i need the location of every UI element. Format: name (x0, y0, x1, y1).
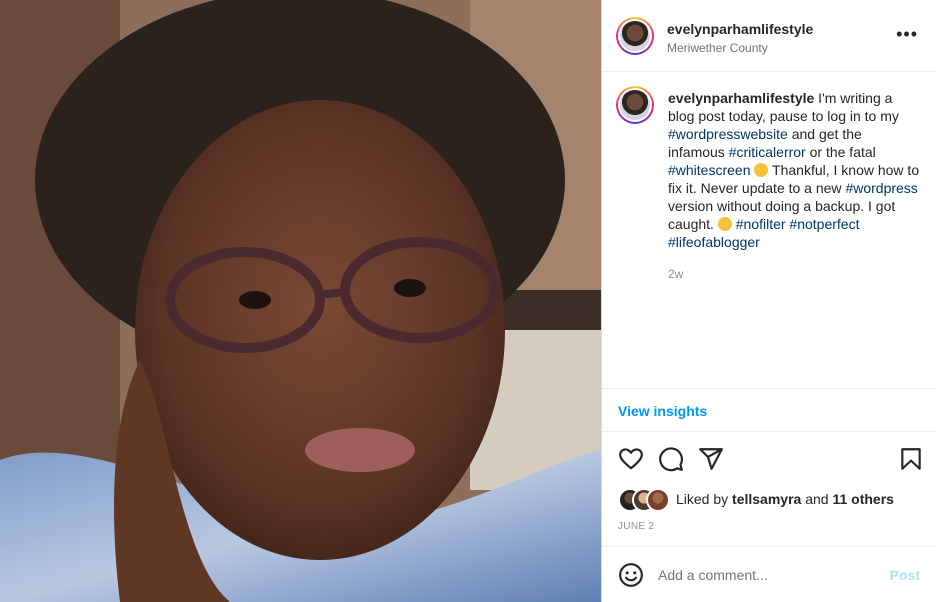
caption-username[interactable]: evelynparhamlifestyle (668, 90, 814, 106)
hashtag-link[interactable]: #wordpress (845, 180, 917, 196)
smirk-face-emoji-icon (717, 217, 732, 231)
portrait-illustration (0, 0, 601, 602)
liked-by-and: and (801, 491, 833, 507)
view-insights-link[interactable]: View insights (618, 403, 707, 419)
post-caption: evelynparhamlifestyle I'm writing a blog… (668, 89, 920, 251)
hashtag-link[interactable]: #nofilter (736, 216, 786, 232)
author-username[interactable]: evelynparhamlifestyle (667, 21, 813, 37)
more-horizontal-icon[interactable]: ••• (896, 24, 918, 44)
hashtag-link[interactable]: #whitescreen (668, 162, 751, 178)
hashtag-link[interactable]: #criticalerror (729, 144, 806, 160)
author-avatar[interactable] (616, 17, 654, 55)
emoji-smile-icon[interactable] (618, 562, 644, 588)
comment-bar: Post (602, 546, 936, 602)
send-icon[interactable] (698, 446, 724, 472)
insights-bar: View insights (602, 388, 936, 432)
liked-by-user-link[interactable]: tellsamyra (732, 491, 801, 507)
hashtag-link[interactable]: #lifeofablogger (668, 234, 760, 250)
liker-avatar[interactable] (646, 488, 670, 512)
liked-by-others-link[interactable]: 11 others (832, 491, 893, 507)
caption-avatar[interactable] (616, 86, 654, 124)
post-photo[interactable] (0, 0, 601, 602)
avatar-image (620, 21, 650, 51)
liked-by-prefix: Liked by (676, 491, 733, 507)
post-header: evelynparhamlifestyle Meriwether County … (602, 0, 936, 72)
caption-text: or the fatal (805, 144, 876, 160)
liked-by-text: Liked by tellsamyra and 11 others (676, 491, 894, 507)
tired-face-emoji-icon (754, 163, 769, 177)
bookmark-icon[interactable] (898, 446, 924, 472)
likes-summary: Liked by tellsamyra and 11 others (618, 488, 918, 512)
comment-icon[interactable] (658, 446, 684, 472)
post-detail-panel: evelynparhamlifestyle Meriwether County … (601, 0, 936, 602)
caption-timestamp[interactable]: 2w (668, 267, 683, 281)
post-date[interactable]: JUNE 2 (618, 521, 654, 532)
hashtag-link[interactable]: #wordpresswebsite (668, 126, 788, 142)
post-comment-button[interactable]: Post (890, 567, 920, 583)
hashtag-link[interactable]: #notperfect (789, 216, 859, 232)
heart-icon[interactable] (618, 446, 644, 472)
post-location[interactable]: Meriwether County (667, 41, 768, 55)
comment-input[interactable] (658, 567, 858, 583)
avatar-image (620, 90, 650, 120)
